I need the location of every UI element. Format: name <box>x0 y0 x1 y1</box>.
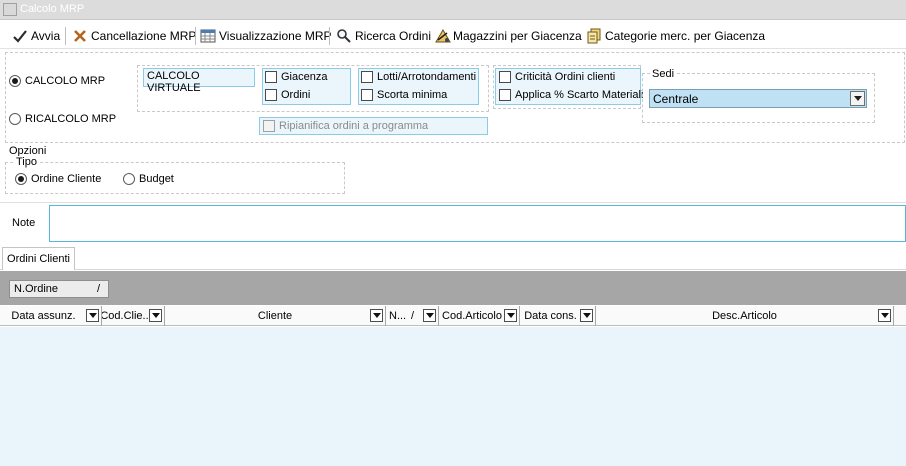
ricalcolo-mrp-label: RICALCOLO MRP <box>25 113 117 125</box>
filter-dropdown-icon[interactable] <box>878 309 891 322</box>
magazzini-per-giacenza-label: Magazzini per Giacenza <box>453 29 582 43</box>
col-data-cons[interactable]: Data cons. <box>520 306 596 326</box>
filter-dropdown-icon[interactable] <box>149 309 162 322</box>
col-desc-articolo-label: Desc.Articolo <box>712 310 777 322</box>
checkbox-indicator <box>499 89 511 101</box>
note-label: Note <box>12 217 36 229</box>
avvia-label: Avvia <box>31 29 61 43</box>
categorie-merc-button[interactable]: Categorie merc. per Giacenza <box>586 27 765 45</box>
sort-indicator: / <box>411 310 415 322</box>
sedi-label: Sedi <box>650 68 677 80</box>
ricerca-ordini-button[interactable]: Ricerca Ordini <box>336 27 431 45</box>
tipo-label: Tipo <box>15 156 38 168</box>
col-cliente[interactable]: Cliente <box>165 306 386 326</box>
calcolo-mrp-radio[interactable]: CALCOLO MRP <box>9 75 105 87</box>
ripianifica-ordini-label: Ripianifica ordini a programma <box>279 120 429 132</box>
applica-scarto-checkbox[interactable]: Applica % Scarto Materiali <box>499 89 643 101</box>
visualizzazione-mrp-button[interactable]: Visualizzazione MRP <box>200 27 332 45</box>
radio-indicator <box>9 75 21 87</box>
ricalcolo-mrp-radio[interactable]: RICALCOLO MRP <box>9 113 116 125</box>
filter-dropdown-icon[interactable] <box>580 309 593 322</box>
lotti-arrotondamenti-checkbox[interactable]: Lotti/Arrotondamenti <box>361 71 476 83</box>
sort-indicator: / <box>96 283 100 295</box>
giacenza-checkbox[interactable]: Giacenza <box>265 71 327 83</box>
calcolo-virtuale-box: CALCOLO VIRTUALE <box>143 68 255 94</box>
magnifier-icon <box>336 28 352 44</box>
toolbar-separator <box>329 27 330 45</box>
avvia-button[interactable]: Avvia <box>12 27 60 45</box>
col-cod-cliente[interactable]: Cod.Clie... <box>102 306 165 326</box>
toolbar-separator <box>195 27 196 45</box>
checkbox-indicator <box>265 71 277 83</box>
checkbox-indicator <box>265 89 277 101</box>
column-header-row: Data assunz. Cod.Clie... Cliente N... / … <box>0 306 906 326</box>
checkbox-indicator <box>499 71 511 83</box>
ordine-cliente-label: Ordine Cliente <box>31 173 102 185</box>
scorta-minima-label: Scorta minima <box>377 89 448 101</box>
ordini-checkbox[interactable]: Ordini <box>265 89 310 101</box>
app-icon <box>3 3 17 16</box>
col-cliente-label: Cliente <box>257 310 293 322</box>
group-by-panel: N.Ordine / <box>0 271 906 305</box>
sedi-select[interactable]: Centrale <box>649 89 867 108</box>
col-n[interactable]: N... / <box>386 306 439 326</box>
toolbar-separator <box>65 27 66 45</box>
col-desc-articolo[interactable]: Desc.Articolo <box>596 306 894 326</box>
title-bar: Calcolo MRP <box>0 0 906 20</box>
col-cod-articolo[interactable]: Cod.Articolo <box>439 306 520 326</box>
ordine-cliente-radio[interactable]: Ordine Cliente <box>15 173 101 185</box>
col-cod-cliente-label: Cod.Clie... <box>102 310 152 322</box>
radio-indicator <box>9 113 21 125</box>
filter-dropdown-icon[interactable] <box>423 309 436 322</box>
lotti-arrotondamenti-label: Lotti/Arrotondamenti <box>377 71 477 83</box>
window-title: Calcolo MRP <box>20 3 85 15</box>
magazzini-per-giacenza-button[interactable]: Magazzini per Giacenza <box>434 27 582 45</box>
toolbar: Avvia Cancellazione MRP Visualizzazione … <box>0 23 906 49</box>
group-by-n-ordine[interactable]: N.Ordine / <box>9 280 109 298</box>
scorta-minima-checkbox[interactable]: Scorta minima <box>361 89 447 101</box>
col-data-assunz-label: Data assunz. <box>11 310 76 322</box>
table-grid-icon <box>200 28 216 44</box>
criticita-ordini-checkbox[interactable]: Criticità Ordini clienti <box>499 71 615 83</box>
filter-dropdown-icon[interactable] <box>504 309 517 322</box>
sedi-value: Centrale <box>653 91 699 106</box>
grid-body[interactable] <box>0 327 906 466</box>
group-by-label: N.Ordine <box>14 283 59 295</box>
checkbox-indicator <box>361 71 373 83</box>
categorie-merc-label: Categorie merc. per Giacenza <box>605 29 766 43</box>
col-n-label: N... <box>389 310 407 322</box>
budget-radio[interactable]: Budget <box>123 173 174 185</box>
note-textarea[interactable] <box>49 205 906 242</box>
col-data-assunz[interactable]: Data assunz. <box>0 306 102 326</box>
calcolo-mrp-label: CALCOLO MRP <box>25 75 106 87</box>
delete-x-icon <box>72 28 88 44</box>
criticita-ordini-label: Criticità Ordini clienti <box>515 71 616 83</box>
tab-ordini-clienti[interactable]: Ordini Clienti <box>2 247 75 270</box>
checkbox-indicator <box>263 120 275 132</box>
col-cod-articolo-label: Cod.Articolo <box>442 310 502 322</box>
checkbox-indicator <box>361 89 373 101</box>
document-stack-icon <box>586 28 602 44</box>
budget-label: Budget <box>139 173 174 185</box>
applica-scarto-label: Applica % Scarto Materiali <box>515 89 644 101</box>
dropdown-arrow-icon[interactable] <box>850 91 865 106</box>
warehouse-tools-icon <box>434 28 451 44</box>
giacenza-label: Giacenza <box>281 71 328 83</box>
cancellazione-mrp-button[interactable]: Cancellazione MRP <box>72 27 196 45</box>
filter-dropdown-icon[interactable] <box>86 309 99 322</box>
checkmark-icon <box>12 28 28 44</box>
ordini-label: Ordini <box>281 89 311 101</box>
visualizzazione-mrp-label: Visualizzazione MRP <box>219 29 332 43</box>
filter-dropdown-icon[interactable] <box>370 309 383 322</box>
ripianifica-ordini-checkbox[interactable]: Ripianifica ordini a programma <box>263 120 428 132</box>
radio-indicator <box>15 173 27 185</box>
divider <box>0 202 906 203</box>
cancellazione-mrp-label: Cancellazione MRP <box>91 29 197 43</box>
grid-tabstrip: Ordini Clienti <box>0 244 906 270</box>
ricerca-ordini-label: Ricerca Ordini <box>355 29 432 43</box>
col-data-cons-label: Data cons. <box>524 310 577 322</box>
radio-indicator <box>123 173 135 185</box>
